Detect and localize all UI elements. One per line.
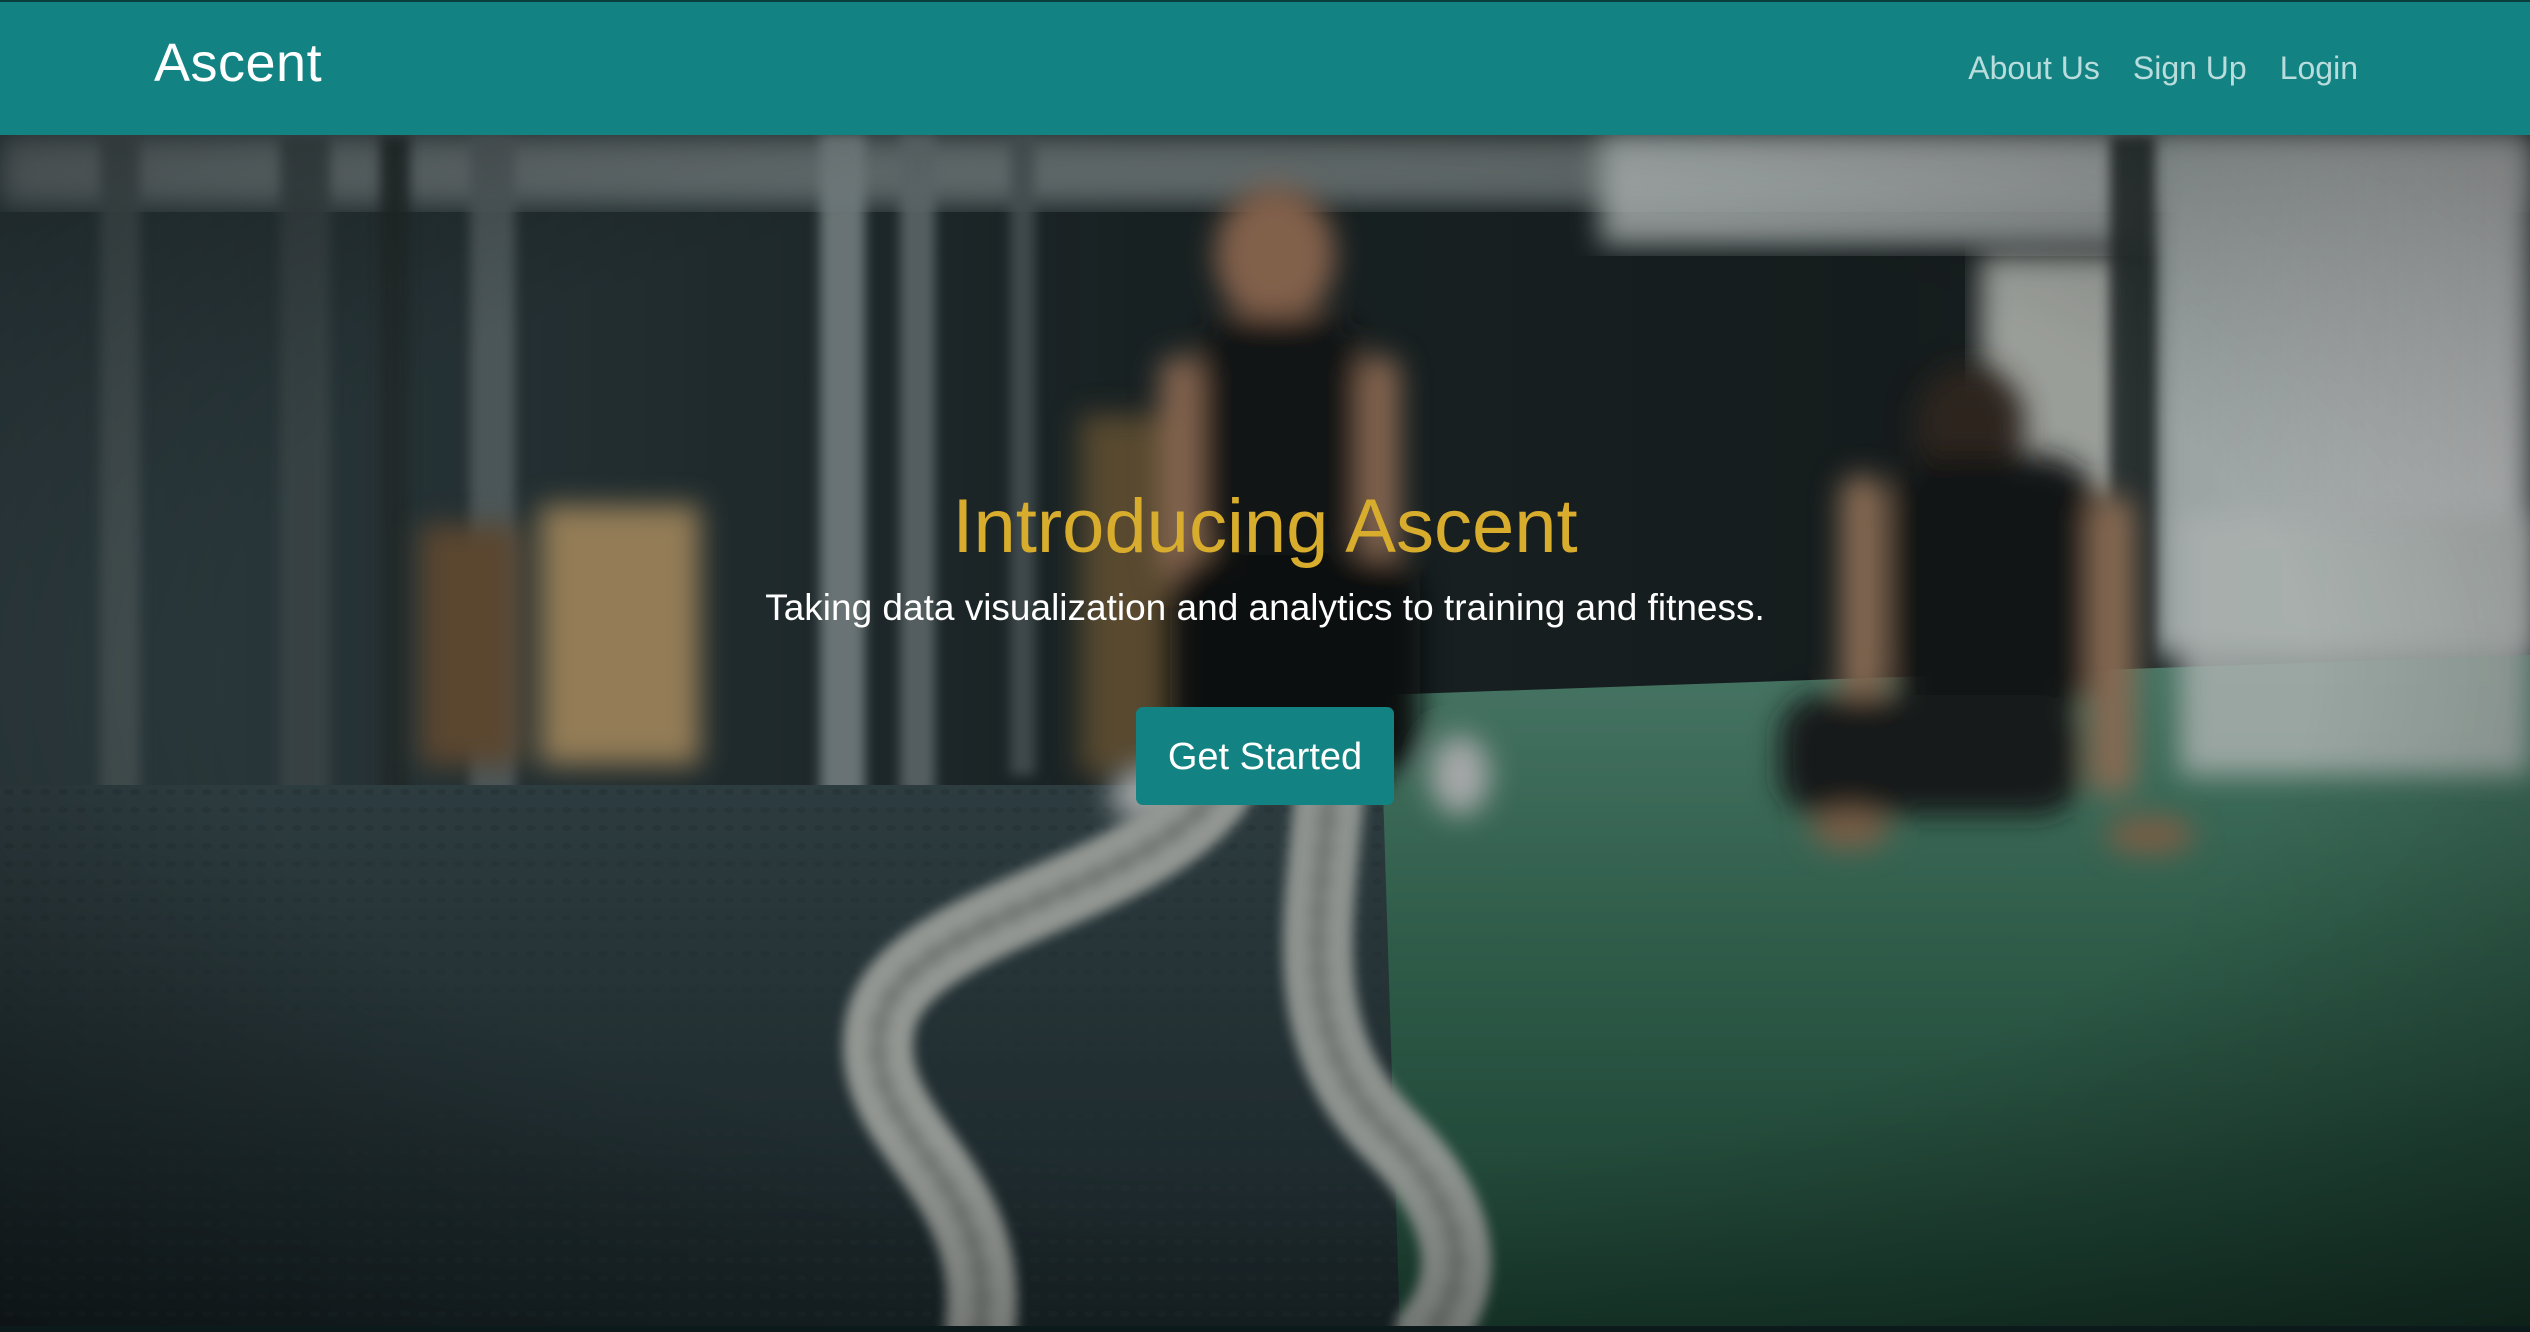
- hero-section: Introducing Ascent Taking data visualiza…: [0, 135, 2530, 1332]
- page-bottom-edge: [0, 1326, 2530, 1332]
- hero-subtitle: Taking data visualization and analytics …: [765, 586, 1765, 628]
- nav-link-login[interactable]: Login: [2280, 50, 2358, 87]
- nav-link-about-us[interactable]: About Us: [1968, 50, 2100, 87]
- get-started-button[interactable]: Get Started: [1136, 706, 1394, 805]
- nav-links: About Us Sign Up Login: [1968, 50, 2358, 87]
- top-navbar: Ascent About Us Sign Up Login: [0, 0, 2530, 135]
- hero-title: Introducing Ascent: [952, 484, 1578, 569]
- hero-content: Introducing Ascent Taking data visualiza…: [0, 485, 2530, 805]
- landing-page: Ascent About Us Sign Up Login Introducin…: [0, 0, 2530, 1332]
- brand-logo[interactable]: Ascent: [154, 32, 322, 94]
- nav-link-sign-up[interactable]: Sign Up: [2133, 50, 2247, 87]
